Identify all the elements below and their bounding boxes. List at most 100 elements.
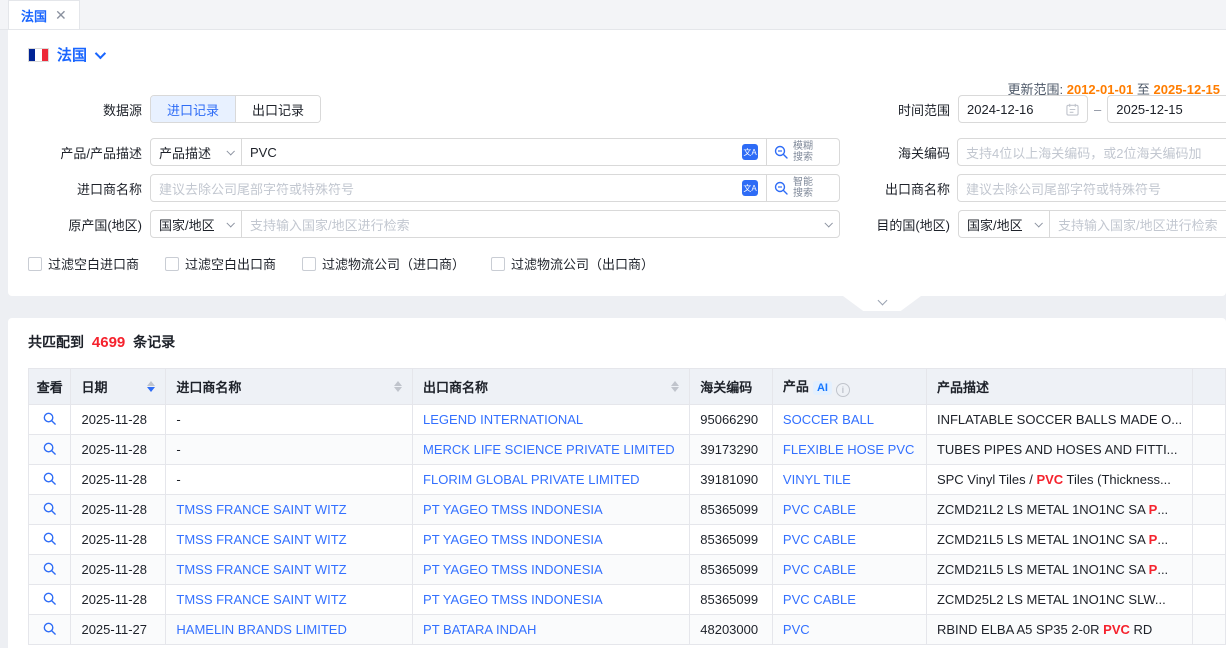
exporter-link[interactable]: LEGEND INTERNATIONAL: [423, 412, 583, 427]
exporter-cell: PT YAGEO TMSS INDONESIA: [413, 555, 690, 585]
smart-search-button[interactable]: 智能搜索: [766, 174, 840, 202]
fuzzy-search-button[interactable]: 模糊搜索: [766, 138, 840, 166]
info-icon[interactable]: i: [836, 383, 850, 397]
destination-type-select[interactable]: 国家/地区: [958, 210, 1050, 238]
end-date-input[interactable]: 2025-12-15: [1107, 95, 1226, 123]
sort-control-importer[interactable]: [394, 381, 402, 392]
view-record-button[interactable]: [42, 501, 57, 516]
product-link[interactable]: PVC CABLE: [783, 562, 856, 577]
checkbox-filter-blank-exporter[interactable]: 过滤空白出口商: [165, 254, 276, 273]
table-row: 2025-11-28-LEGEND INTERNATIONAL95066290S…: [29, 405, 1226, 435]
exporter-link[interactable]: PT YAGEO TMSS INDONESIA: [423, 532, 603, 547]
product-cell: SOCCER BALL: [772, 405, 926, 435]
country-selector[interactable]: 法国: [28, 44, 103, 65]
checkbox-icon[interactable]: [491, 257, 505, 271]
france-flag-icon: [28, 48, 49, 62]
description-text: ZCMD21L2 LS METAL 1NO1NC SA: [937, 502, 1149, 517]
view-record-cell: [29, 525, 71, 555]
exporter-name-placeholder: 建议去除公司尾部字符或特殊符号: [966, 179, 1226, 198]
checkbox-icon[interactable]: [28, 257, 42, 271]
exporter-name-input[interactable]: 建议去除公司尾部字符或特殊符号: [957, 174, 1226, 202]
view-record-button[interactable]: [42, 561, 57, 576]
export-records-option[interactable]: 出口记录: [235, 96, 320, 122]
table-row: 2025-11-28TMSS FRANCE SAINT WITZPT YAGEO…: [29, 585, 1226, 615]
hs-code-cell: 85365099: [690, 585, 773, 615]
col-header-description: 产品描述: [926, 369, 1192, 405]
view-record-cell: [29, 435, 71, 465]
importer-name-input[interactable]: 建议去除公司尾部字符或特殊符号 文A: [150, 174, 767, 202]
date-cell: 2025-11-28: [71, 525, 166, 555]
exporter-link[interactable]: FLORIM GLOBAL PRIVATE LIMITED: [423, 472, 639, 487]
view-record-button[interactable]: [42, 471, 57, 486]
exporter-link[interactable]: PT YAGEO TMSS INDONESIA: [423, 562, 603, 577]
destination-country-input[interactable]: 支持输入国家/地区进行检索: [1049, 210, 1226, 238]
translate-icon[interactable]: 文A: [742, 144, 758, 160]
hs-code-cell: 39181090: [690, 465, 773, 495]
importer-link[interactable]: TMSS FRANCE SAINT WITZ: [176, 562, 346, 577]
description-text: RBIND ELBA A5 SP35 2-0R: [937, 622, 1103, 637]
table-row: 2025-11-28-FLORIM GLOBAL PRIVATE LIMITED…: [29, 465, 1226, 495]
view-record-cell: [29, 615, 71, 645]
sort-control-date[interactable]: [147, 381, 155, 392]
records-table: 查看 日期 进口商名称 出口商名称 海关编码 产品AIi 产品描述 2025-1…: [28, 368, 1226, 645]
importer-cell: HAMELIN BRANDS LIMITED: [166, 615, 413, 645]
importer-link[interactable]: TMSS FRANCE SAINT WITZ: [176, 592, 346, 607]
checkbox-filter-logistics-exporter[interactable]: 过滤物流公司（出口商）: [491, 254, 654, 273]
checkbox-label: 过滤物流公司（出口商）: [511, 254, 654, 273]
product-link[interactable]: PVC CABLE: [783, 502, 856, 517]
destination-country-label: 目的国(地区): [840, 215, 950, 234]
origin-country-input[interactable]: 支持输入国家/地区进行检索: [241, 210, 840, 238]
date-cell: 2025-11-27: [71, 615, 166, 645]
exporter-link[interactable]: PT YAGEO TMSS INDONESIA: [423, 502, 603, 517]
col-header-exporter[interactable]: 出口商名称: [413, 369, 690, 405]
importer-link[interactable]: TMSS FRANCE SAINT WITZ: [176, 502, 346, 517]
origin-type-select[interactable]: 国家/地区: [150, 210, 242, 238]
checkbox-filter-logistics-importer[interactable]: 过滤物流公司（进口商）: [302, 254, 465, 273]
product-link[interactable]: FLEXIBLE HOSE PVC: [783, 442, 915, 457]
exporter-link[interactable]: PT YAGEO TMSS INDONESIA: [423, 592, 603, 607]
product-field-select[interactable]: 产品描述: [150, 138, 242, 166]
exporter-link[interactable]: MERCK LIFE SCIENCE PRIVATE LIMITED: [423, 442, 675, 457]
description-cell: RBIND ELBA A5 SP35 2-0R PVC RD: [926, 615, 1192, 645]
view-record-button[interactable]: [42, 411, 57, 426]
view-record-button[interactable]: [42, 591, 57, 606]
product-link[interactable]: VINYL TILE: [783, 472, 851, 487]
product-cell: PVC CABLE: [772, 585, 926, 615]
translate-icon[interactable]: 文A: [742, 180, 758, 196]
hs-code-cell: 48203000: [690, 615, 773, 645]
view-record-button[interactable]: [42, 621, 57, 636]
description-cell: ZCMD21L2 LS METAL 1NO1NC SA P...: [926, 495, 1192, 525]
view-record-button[interactable]: [42, 531, 57, 546]
destination-type-value: 国家/地区: [967, 215, 1023, 234]
col-header-importer[interactable]: 进口商名称: [166, 369, 413, 405]
product-search-input[interactable]: PVC 文A: [241, 138, 767, 166]
hs-code-input[interactable]: 支持4位以上海关编码，或2位海关编码加: [957, 138, 1226, 166]
description-text: Tiles (Thickness...: [1063, 472, 1171, 487]
close-icon[interactable]: ✕: [55, 7, 67, 24]
col-header-date[interactable]: 日期: [71, 369, 166, 405]
product-link[interactable]: PVC CABLE: [783, 592, 856, 607]
importer-cell: TMSS FRANCE SAINT WITZ: [166, 525, 413, 555]
exporter-link[interactable]: PT BATARA INDAH: [423, 622, 536, 637]
checkbox-icon[interactable]: [165, 257, 179, 271]
start-date-input[interactable]: 2024-12-16: [958, 95, 1088, 123]
description-text: SPC Vinyl Tiles /: [937, 472, 1036, 487]
description-text: ...: [1157, 532, 1168, 547]
chevron-down-icon: [95, 47, 106, 58]
hs-code-placeholder: 支持4位以上海关编码，或2位海关编码加: [966, 143, 1226, 162]
importer-link[interactable]: TMSS FRANCE SAINT WITZ: [176, 532, 346, 547]
import-records-option[interactable]: 进口记录: [151, 96, 235, 122]
product-link[interactable]: SOCCER BALL: [783, 412, 874, 427]
view-record-button[interactable]: [42, 441, 57, 456]
checkbox-icon[interactable]: [302, 257, 316, 271]
description-text: ...: [1157, 562, 1168, 577]
product-link[interactable]: PVC CABLE: [783, 532, 856, 547]
checkbox-filter-blank-importer[interactable]: 过滤空白进口商: [28, 254, 139, 273]
product-link[interactable]: PVC: [783, 622, 810, 637]
exporter-cell: PT BATARA INDAH: [413, 615, 690, 645]
tab-france[interactable]: 法国 ✕: [8, 0, 80, 29]
importer-link[interactable]: HAMELIN BRANDS LIMITED: [176, 622, 346, 637]
sort-control-exporter[interactable]: [671, 381, 679, 392]
view-record-cell: [29, 585, 71, 615]
collapse-filters-button[interactable]: [843, 296, 921, 311]
